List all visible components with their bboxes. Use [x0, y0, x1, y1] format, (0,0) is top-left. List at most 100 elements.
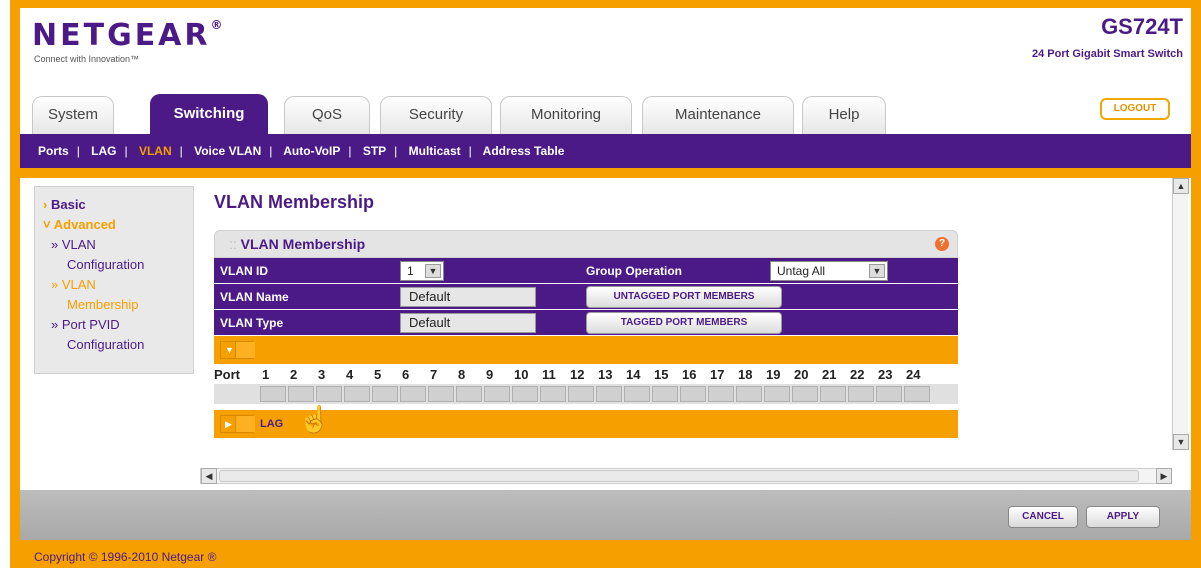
triangle-right-icon: ▶ — [225, 419, 232, 429]
page-title: VLAN Membership — [214, 192, 375, 212]
tab-monitoring[interactable]: Monitoring — [500, 96, 632, 134]
apply-button[interactable]: APPLY — [1086, 506, 1160, 528]
tab-maintenance[interactable]: Maintenance — [642, 96, 794, 134]
port-number: 11 — [542, 367, 556, 382]
port-number: 12 — [570, 367, 585, 382]
port-number: 21 — [822, 367, 837, 382]
drag-handle-icon: :: — [229, 236, 241, 252]
netgear-logo: NETGEAR® — [32, 18, 226, 53]
group-operation-label: Group Operation — [586, 264, 682, 278]
tab-system[interactable]: System — [32, 96, 114, 134]
port-toggle[interactable] — [792, 386, 818, 402]
port-number: 15 — [654, 367, 669, 382]
port-toggle[interactable] — [904, 386, 930, 402]
port-toggle[interactable] — [288, 386, 314, 402]
leftnav-vlan-configuration[interactable]: » VLAN Configuration — [43, 235, 193, 275]
vlan-name-row: VLAN Name Default UNTAGGED PORT MEMBERS — [214, 284, 958, 310]
leftnav-basic[interactable]: › Basic — [43, 195, 193, 215]
port-toggle[interactable] — [484, 386, 510, 402]
subnav-ports[interactable]: Ports — [38, 144, 69, 158]
group-operation-select[interactable]: Untag All ▼ — [770, 261, 888, 281]
port-toggle[interactable] — [344, 386, 370, 402]
tab-switching[interactable]: Switching — [150, 94, 268, 134]
leftnav-item-label: » VLAN — [51, 237, 96, 252]
scroll-thumb[interactable] — [219, 470, 1139, 482]
unit-expander[interactable]: ▼ — [220, 341, 255, 359]
tagline: Connect with Innovation™ — [34, 54, 140, 64]
leftnav-item-label: Configuration — [67, 337, 145, 352]
logout-button[interactable]: LOGOUT — [1100, 98, 1170, 120]
port-toggle[interactable] — [512, 386, 538, 402]
subnav-stp[interactable]: STP — [363, 144, 386, 158]
port-toggle[interactable] — [456, 386, 482, 402]
expander-box — [235, 416, 255, 432]
port-number: 5 — [374, 367, 382, 382]
vlan-name-label: VLAN Name — [220, 290, 289, 304]
subnav-vlan[interactable]: VLAN — [139, 144, 172, 158]
port-toggle[interactable] — [372, 386, 398, 402]
main-tabs: System Switching QoS Security Monitoring… — [20, 94, 1191, 134]
port-toggle[interactable] — [260, 386, 286, 402]
header: NETGEAR® Connect with Innovation™ GS724T… — [20, 8, 1191, 94]
leftnav-item-label: » VLAN — [51, 277, 96, 292]
port-number: 17 — [710, 367, 725, 382]
port-toggle[interactable] — [540, 386, 566, 402]
leftnav-item-label: » Port PVID — [51, 317, 120, 332]
untagged-port-members-button[interactable]: UNTAGGED PORT MEMBERS — [586, 286, 782, 308]
lag-expander[interactable]: ▶ — [220, 415, 255, 433]
port-toggle[interactable] — [736, 386, 762, 402]
port-number: 4 — [346, 367, 354, 382]
model-description: 24 Port Gigabit Smart Switch — [1032, 48, 1183, 60]
logo-text: NETGEAR — [32, 18, 211, 53]
port-toggle[interactable] — [820, 386, 846, 402]
port-toggle[interactable] — [568, 386, 594, 402]
chevron-down-icon: ▼ — [425, 264, 441, 278]
port-toggle[interactable] — [596, 386, 622, 402]
port-toggle[interactable] — [624, 386, 650, 402]
port-toggle[interactable] — [652, 386, 678, 402]
subnav-address-table[interactable]: Address Table — [483, 144, 565, 158]
tab-qos[interactable]: QoS — [284, 96, 370, 134]
leftnav-port-pvid-configuration[interactable]: » Port PVID Configuration — [43, 315, 193, 355]
vlan-type-row: VLAN Type Default TAGGED PORT MEMBERS — [214, 310, 958, 336]
cancel-button[interactable]: CANCEL — [1008, 506, 1078, 528]
scroll-left-icon[interactable]: ◀ — [201, 468, 217, 484]
port-toggle[interactable] — [428, 386, 454, 402]
subnav-multicast[interactable]: Multicast — [409, 144, 461, 158]
horizontal-scrollbar[interactable]: ◀ ▶ — [200, 468, 1172, 484]
port-toggle[interactable] — [848, 386, 874, 402]
vertical-scrollbar[interactable]: ▲ ▼ — [1172, 178, 1189, 450]
port-toggle[interactable] — [708, 386, 734, 402]
subnav-auto-voip[interactable]: Auto-VoIP — [283, 144, 340, 158]
port-toggle[interactable] — [316, 386, 342, 402]
subnav-lag[interactable]: LAG — [91, 144, 116, 158]
logo-mark: ® — [210, 18, 226, 32]
port-number: 14 — [626, 367, 641, 382]
help-icon[interactable]: ? — [935, 237, 949, 251]
scroll-down-icon[interactable]: ▼ — [1173, 434, 1189, 450]
hand-cursor-icon: ☝ — [298, 404, 331, 434]
vlan-name-field[interactable]: Default — [400, 287, 536, 307]
port-label: Port — [214, 367, 240, 382]
port-toggle[interactable] — [400, 386, 426, 402]
footer-bar: CANCEL APPLY — [20, 490, 1191, 540]
port-number: 23 — [878, 367, 893, 382]
port-number: 10 — [514, 367, 529, 382]
vlan-id-select[interactable]: 1 ▼ — [400, 261, 444, 281]
chevron-down-icon: ▼ — [869, 264, 885, 278]
tab-security[interactable]: Security — [380, 96, 492, 134]
unit-bar: ▼ — [214, 336, 958, 364]
port-number: 19 — [766, 367, 781, 382]
scroll-right-icon[interactable]: ▶ — [1156, 468, 1172, 484]
vlan-id-label: VLAN ID — [220, 264, 268, 278]
tab-help[interactable]: Help — [802, 96, 886, 134]
copyright: Copyright © 1996-2010 Netgear ® — [34, 550, 217, 564]
port-toggle[interactable] — [680, 386, 706, 402]
port-toggle[interactable] — [764, 386, 790, 402]
leftnav-advanced[interactable]: ˅ Advanced — [43, 215, 193, 235]
tagged-port-members-button[interactable]: TAGGED PORT MEMBERS — [586, 312, 782, 334]
leftnav-vlan-membership[interactable]: » VLAN Membership — [43, 275, 193, 315]
port-toggle[interactable] — [876, 386, 902, 402]
subnav-voice-vlan[interactable]: Voice VLAN — [194, 144, 261, 158]
scroll-up-icon[interactable]: ▲ — [1173, 178, 1189, 194]
